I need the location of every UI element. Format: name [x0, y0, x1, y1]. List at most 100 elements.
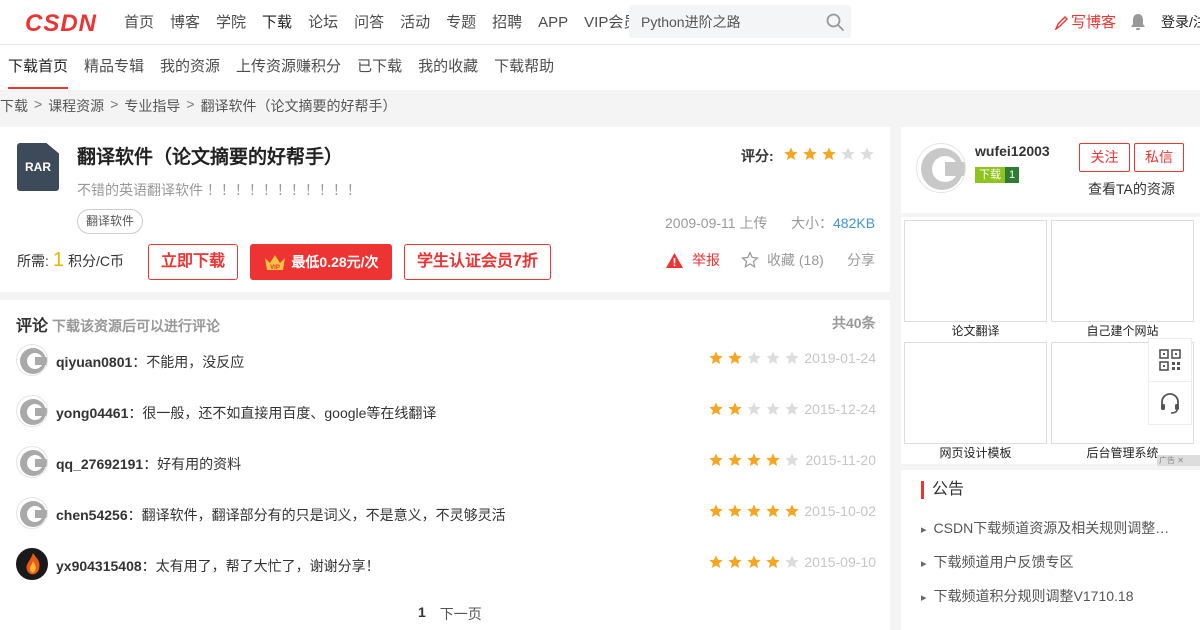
- comment-user[interactable]: qiyuan0801: [56, 354, 132, 370]
- breadcrumb-item[interactable]: 专业指导: [124, 96, 180, 116]
- bell-icon[interactable]: [1130, 13, 1146, 31]
- comment-rating-stars: [708, 350, 800, 366]
- comment-user[interactable]: chen54256: [56, 507, 128, 523]
- default-avatar-icon: [921, 148, 965, 190]
- nav-item-qa[interactable]: 问答: [346, 0, 392, 45]
- subnav-item-favorites[interactable]: 我的收藏: [410, 45, 486, 90]
- vip-download-button[interactable]: VIP 最低0.28元/次: [250, 244, 392, 280]
- download-button[interactable]: 立即下载: [148, 244, 238, 280]
- share-button[interactable]: 分享: [847, 250, 875, 270]
- star-filled-icon: [766, 504, 780, 517]
- file-size-value: 482KB: [833, 215, 876, 231]
- subnav-item-help[interactable]: 下载帮助: [486, 45, 562, 90]
- subnav-item-featured[interactable]: 精品专辑: [76, 45, 152, 90]
- comments-header: 评论 下载该资源后可以进行评论: [16, 312, 220, 336]
- csdn-logo[interactable]: CSDN: [25, 10, 97, 38]
- ad-box[interactable]: [904, 342, 1047, 444]
- follow-button[interactable]: 关注: [1079, 143, 1130, 172]
- star-filled-icon: [709, 351, 723, 364]
- resource-tag[interactable]: 翻译软件: [77, 209, 144, 234]
- cost-value: 1: [52, 249, 65, 271]
- comments-hint: 下载该资源后可以进行评论: [52, 318, 221, 334]
- breadcrumb-item[interactable]: 课程资源: [48, 96, 104, 116]
- default-avatar-icon: [20, 348, 47, 374]
- search-icon[interactable]: [825, 12, 845, 32]
- comment-text: ：很一般，还不如直接用百度、google等在线翻译: [128, 405, 437, 421]
- comment-user[interactable]: qq_27692191: [56, 456, 143, 472]
- cost-label: 所需:: [17, 253, 49, 269]
- badge-level: 1: [1005, 167, 1020, 183]
- page-current[interactable]: 1: [418, 604, 426, 624]
- write-blog-button[interactable]: 写博客: [1054, 0, 1116, 45]
- subnav-item-my-resources[interactable]: 我的资源: [152, 45, 228, 90]
- close-icon[interactable]: ✕: [1177, 456, 1184, 465]
- ad-label[interactable]: 自己建个网站: [1051, 322, 1194, 339]
- breadcrumb-item[interactable]: 下载: [0, 96, 28, 116]
- view-uploader-resources-link[interactable]: 查看TA的资源: [1088, 179, 1175, 199]
- star-filled-icon: [766, 453, 780, 466]
- notice-item[interactable]: 下载频道积分规则调整V1710.18: [921, 586, 1171, 606]
- avatar[interactable]: [16, 395, 48, 427]
- comment-text: ：不能用，没反应: [132, 354, 245, 370]
- subnav-item-upload[interactable]: 上传资源赚积分: [228, 45, 349, 90]
- breadcrumb-current: 翻译软件（论文摘要的好帮手）: [200, 98, 397, 114]
- notice-item[interactable]: CSDN下载频道资源及相关规则调整公告V11.10: [921, 518, 1171, 538]
- nav-item-academy[interactable]: 学院: [208, 0, 254, 45]
- nav-item-topics[interactable]: 专题: [438, 0, 484, 45]
- star-empty-icon: [766, 351, 780, 364]
- rating-label: 评分:: [741, 148, 774, 164]
- qrcode-tool[interactable]: [1148, 338, 1192, 382]
- comment-content: yong04461：很一般，还不如直接用百度、google等在线翻译: [56, 403, 436, 423]
- search-input[interactable]: [629, 5, 814, 38]
- report-button[interactable]: 举报: [665, 250, 720, 270]
- nav-item-home[interactable]: 首页: [116, 0, 162, 45]
- ad-marker[interactable]: 广告 ✕: [1157, 455, 1200, 466]
- subnav-item-downloaded[interactable]: 已下载: [349, 45, 410, 90]
- star-filled-icon: [728, 504, 742, 517]
- ad-label[interactable]: 论文翻译: [904, 322, 1047, 339]
- comment-rating-stars: [708, 503, 800, 519]
- comment-date: 2019-01-24: [804, 350, 876, 366]
- nav-item-download[interactable]: 下载: [254, 0, 300, 45]
- star-empty-icon: [785, 555, 799, 568]
- login-link[interactable]: 登录/注: [1161, 0, 1200, 45]
- message-button[interactable]: 私信: [1134, 143, 1184, 172]
- search-box: [629, 5, 851, 38]
- comments-count: 共40条: [832, 315, 876, 331]
- uploader-avatar[interactable]: [916, 143, 966, 193]
- avatar[interactable]: [16, 497, 48, 529]
- ad-label[interactable]: 网页设计模板: [904, 444, 1047, 461]
- page-next[interactable]: 下一页: [440, 604, 482, 624]
- ad-box[interactable]: [1051, 220, 1194, 322]
- avatar[interactable]: [16, 344, 48, 376]
- comment-item: chen54256：翻译软件，翻译部分有的只是词义，不是意义，不灵够灵活 201…: [16, 497, 876, 531]
- star-filled-icon: [784, 147, 798, 160]
- notice-item[interactable]: 下载频道用户反馈专区: [921, 552, 1171, 572]
- customer-service-tool[interactable]: [1148, 381, 1192, 425]
- cost-info: 所需: 1 积分/C币: [17, 249, 124, 272]
- comment-user[interactable]: yx904315408: [56, 558, 142, 574]
- star-filled-icon: [728, 351, 742, 364]
- subnav-item-download-home[interactable]: 下载首页: [0, 45, 76, 90]
- warning-icon: [666, 252, 683, 268]
- star-filled-icon: [728, 453, 742, 466]
- nav-item-forum[interactable]: 论坛: [300, 0, 346, 45]
- favorite-button[interactable]: 收藏 (18): [741, 250, 824, 270]
- nav-item-blog[interactable]: 博客: [162, 0, 208, 45]
- ad-box[interactable]: [904, 220, 1047, 322]
- nav-item-events[interactable]: 活动: [392, 0, 438, 45]
- comment-rating-stars: [708, 554, 800, 570]
- nav-item-jobs[interactable]: 招聘: [484, 0, 530, 45]
- avatar[interactable]: [16, 548, 48, 580]
- comment-item: yx904315408：太有用了，帮了大忙了，谢谢分享！ 2015-09-10: [16, 548, 876, 582]
- comment-user[interactable]: yong04461: [56, 405, 128, 421]
- star-filled-icon: [803, 147, 817, 160]
- uploader-name[interactable]: wufei12003: [975, 143, 1050, 159]
- star-filled-icon: [747, 453, 761, 466]
- student-member-button[interactable]: 学生认证会员7折: [404, 244, 551, 280]
- star-outline-icon: [741, 251, 759, 268]
- star-filled-icon: [785, 504, 799, 517]
- nav-item-app[interactable]: APP: [530, 0, 576, 45]
- vip-download-label: 最低0.28元/次: [291, 254, 379, 270]
- avatar[interactable]: [16, 446, 48, 478]
